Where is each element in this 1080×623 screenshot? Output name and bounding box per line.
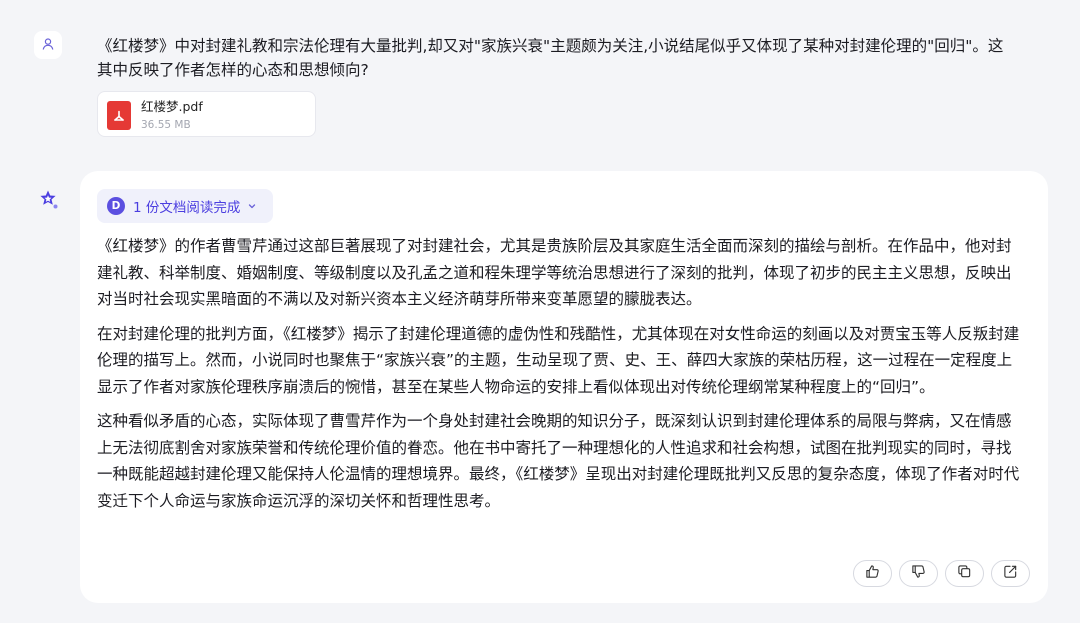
share-icon xyxy=(1003,564,1018,583)
attachment-size: 36.55 MB xyxy=(141,119,191,131)
answer-paragraph: 《红楼梦》的作者曹雪芹通过这部巨著展现了对封建社会，尤其是贵族阶层及其家庭生活全… xyxy=(97,237,1012,308)
share-button[interactable] xyxy=(991,560,1030,587)
answer-paragraph: 在对封建伦理的批判方面，《红楼梦》揭示了封建伦理道德的虚伪性和残酷性，尤其体现在… xyxy=(97,324,1020,396)
chevron-down-icon xyxy=(247,201,257,211)
document-status-toggle[interactable]: D 1 份文档阅读完成 xyxy=(97,189,273,223)
copy-button[interactable] xyxy=(945,560,984,587)
chat-page: 《红楼梦》中对封建礼教和宗法伦理有大量批判,却又对"家族兴衰"主题颇为关注,小说… xyxy=(0,0,1080,623)
thumbs-down-icon xyxy=(911,564,926,583)
document-status-label: 1 份文档阅读完成 xyxy=(133,200,241,216)
user-message-text: 《红楼梦》中对封建礼教和宗法伦理有大量批判,却又对"家族兴衰"主题颇为关注,小说… xyxy=(97,37,1004,79)
thumbs-down-button[interactable] xyxy=(899,560,938,587)
copy-icon xyxy=(957,564,972,583)
attachment-card[interactable]: 红楼梦.pdf 36.55 MB xyxy=(97,91,316,137)
thumbs-up-icon xyxy=(865,564,880,583)
user-avatar xyxy=(34,31,62,59)
assistant-response-card: D 1 份文档阅读完成 《红楼梦》的作者曹雪芹通过这部巨著展现了对封建社会，尤其… xyxy=(80,171,1048,603)
answer-paragraph: 这种看似矛盾的心态，实际体现了曹雪芹作为一个身处封建社会晚期的知识分子，既深刻认… xyxy=(97,412,1020,510)
document-badge: D xyxy=(107,197,125,215)
response-actions xyxy=(853,560,1030,587)
attachment-name: 红楼梦.pdf xyxy=(141,99,203,114)
pdf-icon xyxy=(107,101,131,130)
assistant-logo-icon xyxy=(35,187,61,213)
thumbs-up-button[interactable] xyxy=(853,560,892,587)
assistant-answer: 《红楼梦》的作者曹雪芹通过这部巨著展现了对封建社会，尤其是贵族阶层及其家庭生活全… xyxy=(97,233,1022,522)
user-icon xyxy=(41,36,55,55)
